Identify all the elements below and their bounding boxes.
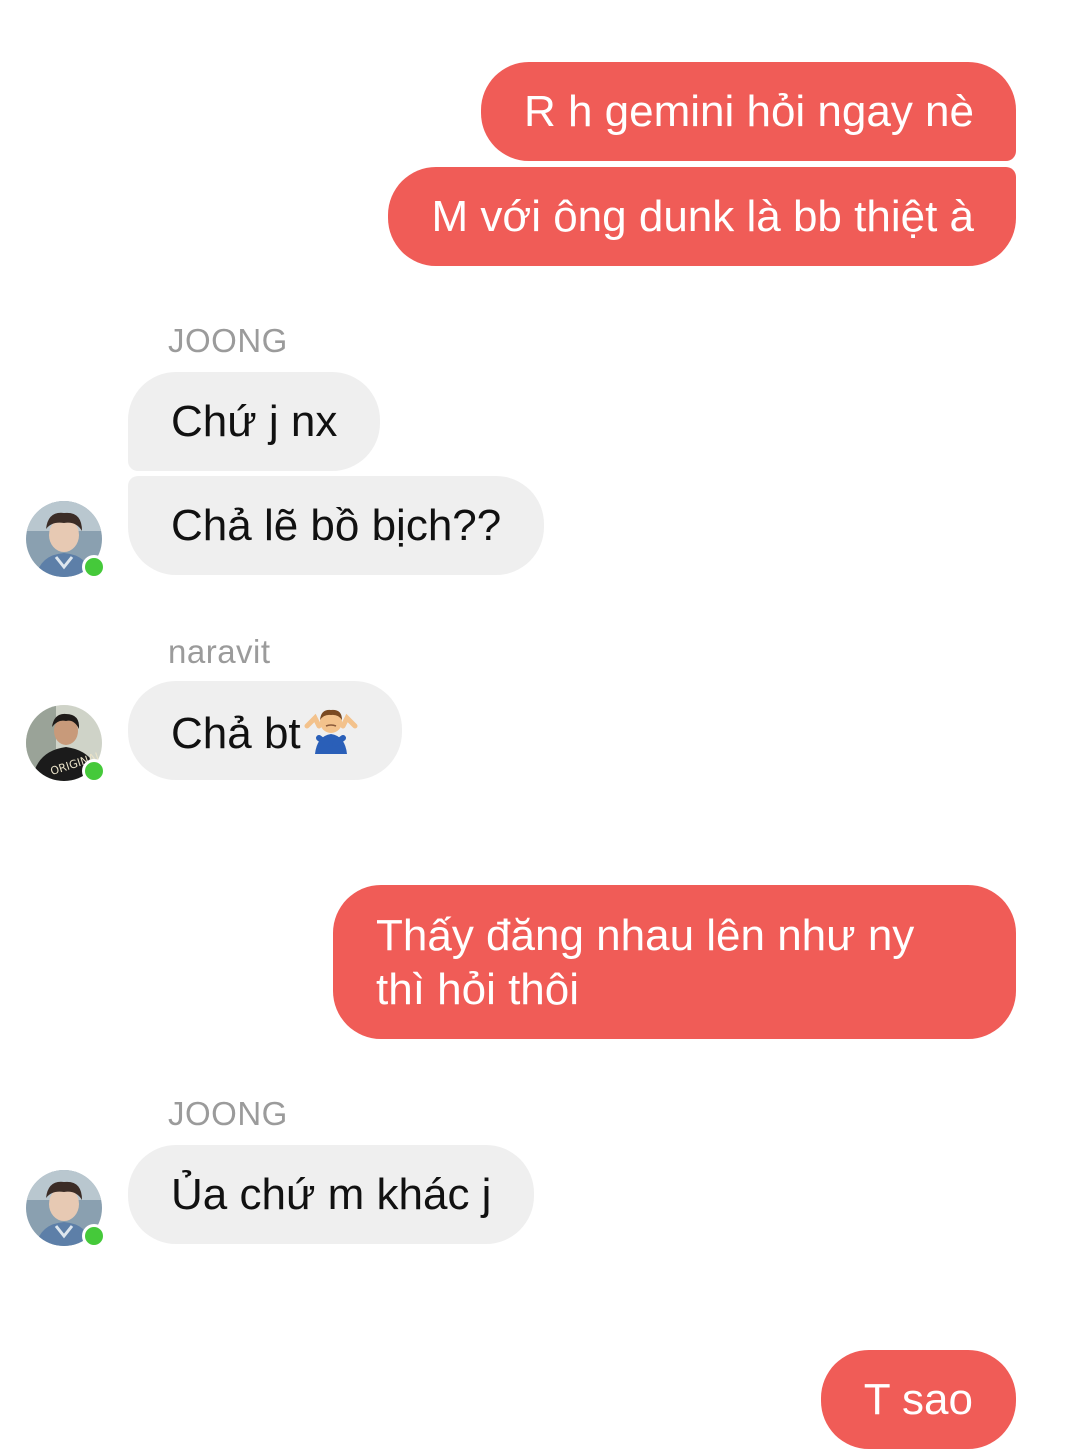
- outgoing-message[interactable]: R h gemini hỏi ngay nè: [480, 62, 1016, 161]
- outgoing-message[interactable]: M với ông dunk là bb thiệt à: [388, 167, 1016, 266]
- avatar-joong[interactable]: [26, 501, 106, 579]
- sender-name: JOONG: [168, 322, 288, 359]
- sender-name: JOONG: [168, 1095, 288, 1132]
- message-text: M với ông dunk là bb thiệt à: [431, 192, 974, 241]
- message-text: T sao: [863, 1375, 973, 1424]
- avatar-naravit[interactable]: ORIGINAL: [26, 705, 106, 783]
- outgoing-message[interactable]: Thấy đăng nhau lên như ny thì hỏi thôi: [333, 885, 1016, 1039]
- incoming-message[interactable]: Chả lẽ bồ bịch??: [128, 476, 545, 575]
- avatar-joong[interactable]: [26, 1170, 106, 1248]
- message-text: Chứ j nx: [171, 397, 338, 446]
- person-shrugging-icon: [303, 704, 359, 767]
- message-text-line: thì hỏi thôi: [376, 965, 580, 1014]
- online-status-icon: [82, 1224, 106, 1248]
- message-text: Ủa chứ m khác j: [171, 1170, 492, 1219]
- sender-name: naravit: [168, 633, 271, 670]
- online-status-icon: [82, 555, 106, 579]
- message-text: R h gemini hỏi ngay nè: [523, 87, 974, 136]
- online-status-icon: [82, 759, 106, 783]
- outgoing-message[interactable]: T sao: [820, 1350, 1016, 1449]
- message-text: Chả lẽ bồ bịch??: [171, 501, 502, 550]
- incoming-message[interactable]: Chứ j nx: [128, 372, 381, 471]
- message-text: Chả bt: [171, 709, 301, 758]
- message-text-line: Thấy đăng nhau lên như ny: [376, 911, 915, 960]
- incoming-message[interactable]: Chả bt: [128, 681, 402, 780]
- incoming-message[interactable]: Ủa chứ m khác j: [128, 1145, 535, 1244]
